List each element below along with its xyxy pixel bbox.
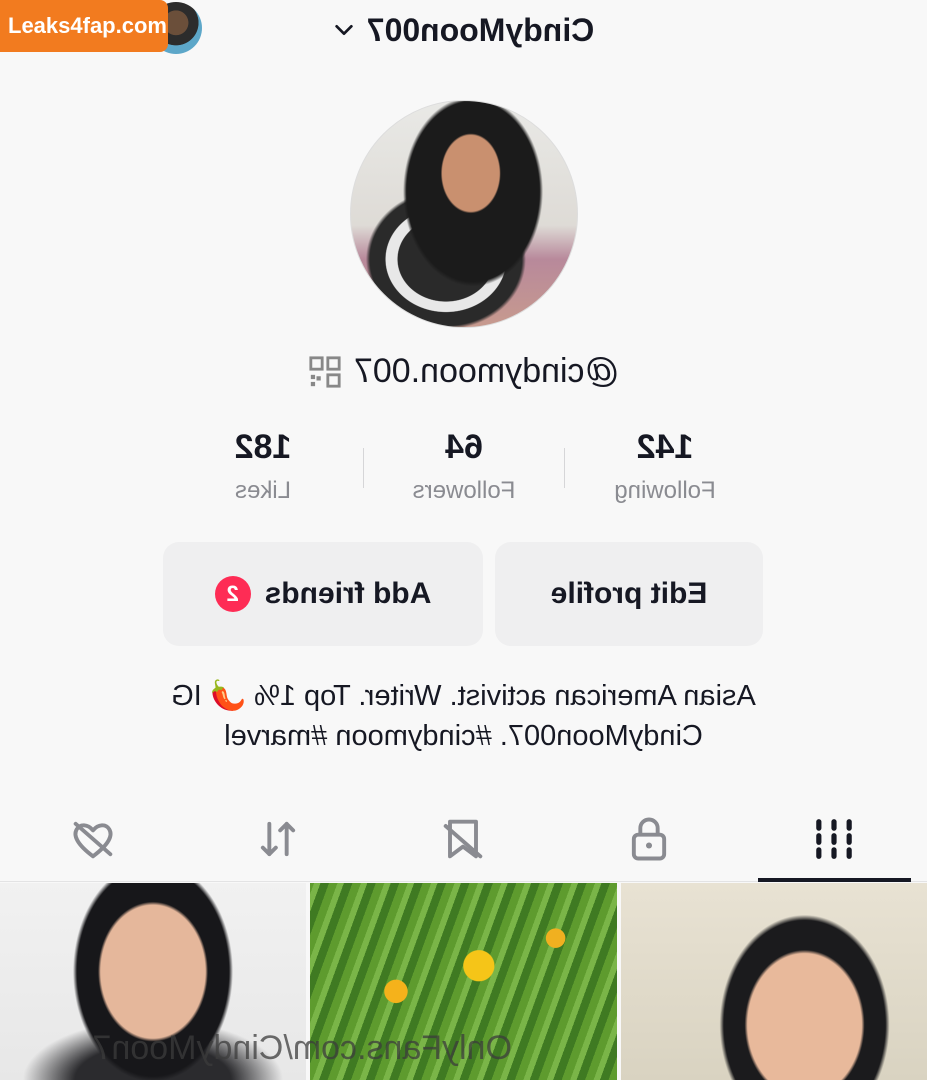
profile-bio: Asian American activist. Writer. Top 1% …: [120, 676, 807, 756]
stat-divider: [564, 448, 565, 488]
following-count: 142: [636, 428, 694, 466]
lock-icon: [631, 817, 667, 860]
add-friends-label: Add friends: [264, 577, 432, 610]
tab-videos[interactable]: [742, 796, 927, 881]
tab-private[interactable]: [556, 796, 741, 881]
repost-icon: [260, 821, 296, 856]
likes-count: 182: [234, 428, 292, 466]
tab-favorites[interactable]: [371, 796, 556, 881]
chevron-down-icon[interactable]: [333, 19, 355, 41]
account-username: CindyMoon007: [366, 11, 595, 48]
stat-likes[interactable]: 182 Likes: [163, 428, 363, 505]
bookmark-icon: [444, 819, 483, 858]
followers-label: Followers: [412, 477, 516, 504]
stat-following[interactable]: 142 Following: [565, 428, 765, 505]
bio-line-1: Asian American activist. Writer. Top 1% …: [171, 680, 756, 712]
qr-code-icon[interactable]: [308, 355, 342, 389]
stat-divider: [363, 448, 364, 488]
profile-avatar[interactable]: [350, 100, 578, 328]
likes-label: Likes: [234, 477, 292, 504]
video-thumbnail[interactable]: [620, 883, 927, 1080]
handle-row: @cindymoon.007: [0, 352, 927, 391]
content-tabs: [0, 796, 927, 882]
liked-heart-icon: [73, 821, 113, 858]
stat-followers[interactable]: 64 Followers: [364, 428, 564, 505]
following-label: Following: [614, 477, 716, 504]
profile-stats: 142 Following 64 Followers 182 Likes: [163, 428, 765, 512]
profile-actions: Edit profile Add friends 2: [163, 542, 763, 646]
bio-line-2: CindyMoon007. #cindymoon #marvel: [224, 720, 703, 752]
notification-badge: 2: [214, 576, 251, 612]
edit-profile-label: Edit profile: [550, 577, 708, 610]
watermark-badge: Leaks4fap.com: [0, 0, 168, 52]
followers-count: 64: [445, 428, 483, 466]
profile-handle: @cindymoon.007: [353, 352, 620, 390]
add-friends-button[interactable]: Add friends 2: [163, 542, 483, 646]
overlay-watermark-text: OnlyFans.com/CindyMoon7: [92, 1029, 512, 1067]
tab-liked[interactable]: [0, 796, 185, 881]
edit-profile-button[interactable]: Edit profile: [495, 542, 763, 646]
mirrored-screen: CindyMoon007 @cindymoon.007 142 Followin…: [0, 0, 927, 1080]
tab-reposts[interactable]: [185, 796, 370, 881]
grid-videos-icon: [816, 818, 853, 859]
